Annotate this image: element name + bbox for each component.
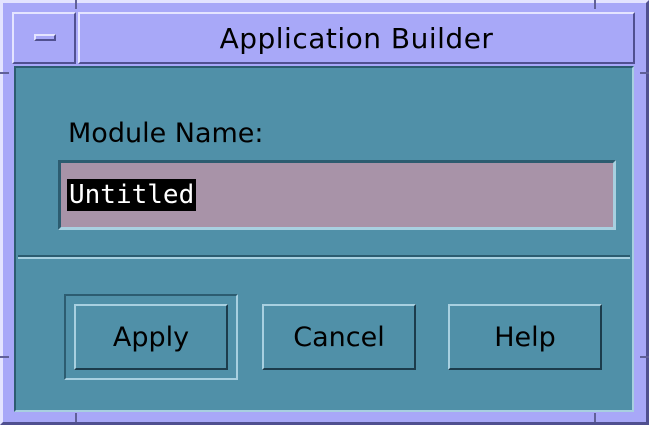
separator <box>18 255 630 259</box>
module-name-value[interactable]: Untitled <box>67 179 197 211</box>
resize-handle-right-bottom[interactable] <box>640 356 649 358</box>
resize-handle-left-top[interactable] <box>0 72 9 74</box>
resize-handle-top-left[interactable] <box>75 0 77 9</box>
help-button[interactable]: Help <box>448 304 602 370</box>
application-builder-window: Application Builder Module Name: Untitle… <box>0 0 649 425</box>
dialog-body: Module Name: Untitled Apply Cancel Help <box>14 66 634 412</box>
resize-handle-left-bottom[interactable] <box>0 356 9 358</box>
window-menu-button[interactable] <box>12 12 76 64</box>
window-menu-icon <box>34 34 56 41</box>
window-title: Application Builder <box>219 21 494 55</box>
apply-button[interactable]: Apply <box>74 304 228 370</box>
title-bar[interactable]: Application Builder <box>12 12 635 64</box>
title-area[interactable]: Application Builder <box>78 12 635 64</box>
module-name-field[interactable]: Untitled <box>58 160 616 230</box>
resize-handle-bottom-left[interactable] <box>75 413 77 422</box>
resize-handle-top-right[interactable] <box>594 0 596 9</box>
cancel-button[interactable]: Cancel <box>262 304 416 370</box>
module-name-label: Module Name: <box>68 118 264 149</box>
resize-handle-right-top[interactable] <box>640 72 649 74</box>
resize-handle-bottom-right[interactable] <box>594 413 596 422</box>
